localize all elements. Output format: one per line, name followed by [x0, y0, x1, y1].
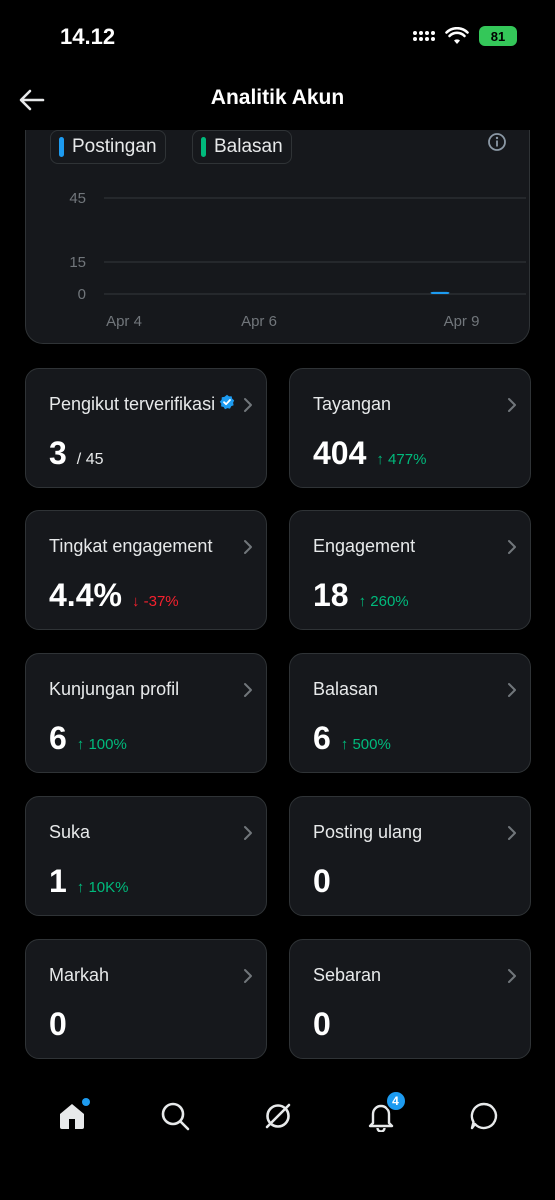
metric-value: 404: [313, 435, 367, 471]
metric-label: Pengikut terverifikasi: [49, 394, 216, 414]
metric-card[interactable]: Pengikut terverifikasi 3 / 45: [25, 368, 267, 488]
metric-value: 3: [49, 435, 67, 471]
metric-label: Sebaran: [313, 965, 382, 985]
signal-icon: [413, 31, 435, 41]
metric-change: ↓ -37%: [131, 593, 179, 610]
grok-icon: [265, 1103, 290, 1129]
chevron-right-icon: [244, 683, 252, 697]
metric-value-row: 18 ↑ 260%: [313, 577, 409, 614]
metric-value-row: 0: [313, 1006, 331, 1043]
y-tick-label: 0: [78, 286, 86, 303]
chevron-right-icon: [508, 398, 516, 412]
metric-card[interactable]: Engagement 18 ↑ 260%: [289, 510, 531, 630]
metric-value: 1: [49, 863, 67, 899]
metric-change: ↑ 100%: [76, 736, 127, 753]
header: Analitik Akun: [0, 76, 555, 126]
chevron-right-icon: [244, 969, 252, 983]
notifications-badge: 4: [384, 1090, 407, 1112]
metric-value-row: 0: [49, 1006, 67, 1043]
metric-denominator: / 45: [76, 451, 104, 468]
chevron-right-icon: [508, 969, 516, 983]
metric-change: ↑ 477%: [376, 451, 427, 468]
nav-home[interactable]: [52, 1096, 92, 1136]
metric-card[interactable]: Posting ulang 0: [289, 796, 531, 916]
battery-level: 81: [490, 28, 506, 44]
wifi-icon: [445, 27, 469, 44]
metric-value: 18: [313, 577, 349, 613]
metric-label: Tingkat engagement: [49, 536, 213, 556]
x-tick-label: Apr 6: [241, 313, 277, 330]
page-title: Analitik Akun: [210, 86, 345, 109]
metric-value: 6: [49, 720, 67, 756]
chevron-right-icon: [244, 540, 252, 554]
metric-change: ↑ 260%: [358, 593, 409, 610]
metric-change: ↑ 10K%: [76, 879, 129, 896]
nav-notifications[interactable]: 4: [361, 1090, 407, 1136]
metric-label: Suka: [49, 822, 91, 842]
metric-card[interactable]: Balasan 6 ↑ 500%: [289, 653, 531, 773]
nav-messages[interactable]: [464, 1096, 504, 1136]
metric-value-row: 4.4% ↓ -37%: [49, 577, 179, 614]
metric-value: 0: [49, 1006, 67, 1042]
metric-card[interactable]: Kunjungan profil 6 ↑ 100%: [25, 653, 267, 773]
status-icons: 81: [413, 26, 517, 46]
nav-grok[interactable]: [258, 1096, 298, 1136]
metric-card[interactable]: Tingkat engagement 4.4% ↓ -37%: [25, 510, 267, 630]
messages-icon: [470, 1102, 497, 1130]
metric-value-row: 1 ↑ 10K%: [49, 863, 129, 900]
chevron-right-icon: [508, 683, 516, 697]
verified-badge-icon: [219, 394, 235, 410]
metric-value-row: 404 ↑ 477%: [313, 435, 426, 472]
metric-label: Kunjungan profil: [49, 679, 180, 699]
metric-value: 0: [313, 1006, 331, 1042]
metric-value-row: 3 / 45: [49, 435, 103, 472]
chevron-right-icon: [244, 826, 252, 840]
metric-label: Engagement: [313, 536, 416, 556]
metric-value-row: 6 ↑ 100%: [49, 720, 127, 757]
x-tick-label: Apr 4: [106, 313, 142, 330]
metric-value: 6: [313, 720, 331, 756]
chart-card: Postingan Balasan 0 15 45 Apr 4 Apr 6 Apr 9: [25, 130, 530, 344]
chevron-right-icon: [508, 540, 516, 554]
metric-card[interactable]: Markah 0: [25, 939, 267, 1059]
metric-card[interactable]: Suka 1 ↑ 10K%: [25, 796, 267, 916]
metric-label: Markah: [49, 965, 110, 985]
metric-value-row: 6 ↑ 500%: [313, 720, 391, 757]
chevron-right-icon: [244, 398, 252, 412]
metric-label: Balasan: [313, 679, 379, 699]
metric-card[interactable]: Sebaran 0: [289, 939, 531, 1059]
metric-label: Posting ulang: [313, 822, 423, 842]
nav-search[interactable]: [155, 1096, 195, 1136]
search-icon: [161, 1102, 189, 1131]
metric-value: 0: [313, 863, 331, 899]
status-bar: 14.12 81: [0, 0, 555, 76]
battery-indicator: 81: [479, 26, 517, 46]
chevron-right-icon: [508, 826, 516, 840]
x-tick-label: Apr 9: [444, 313, 480, 330]
metric-card[interactable]: Tayangan 404 ↑ 477%: [289, 368, 531, 488]
bottom-nav: 4: [0, 1080, 555, 1152]
metric-label: Tayangan: [313, 394, 392, 414]
metric-value: 4.4%: [49, 577, 122, 613]
metric-change: ↑ 500%: [340, 736, 391, 753]
metric-value-row: 0: [313, 863, 331, 900]
status-time: 14.12: [60, 24, 116, 49]
bar-postingan[interactable]: [430, 291, 450, 294]
home-unread-dot: [81, 1098, 90, 1106]
y-tick-label: 15: [69, 254, 86, 271]
y-tick-label: 45: [69, 190, 86, 207]
bar-chart: 0 15 45 Apr 4 Apr 6 Apr 9: [69, 190, 526, 330]
